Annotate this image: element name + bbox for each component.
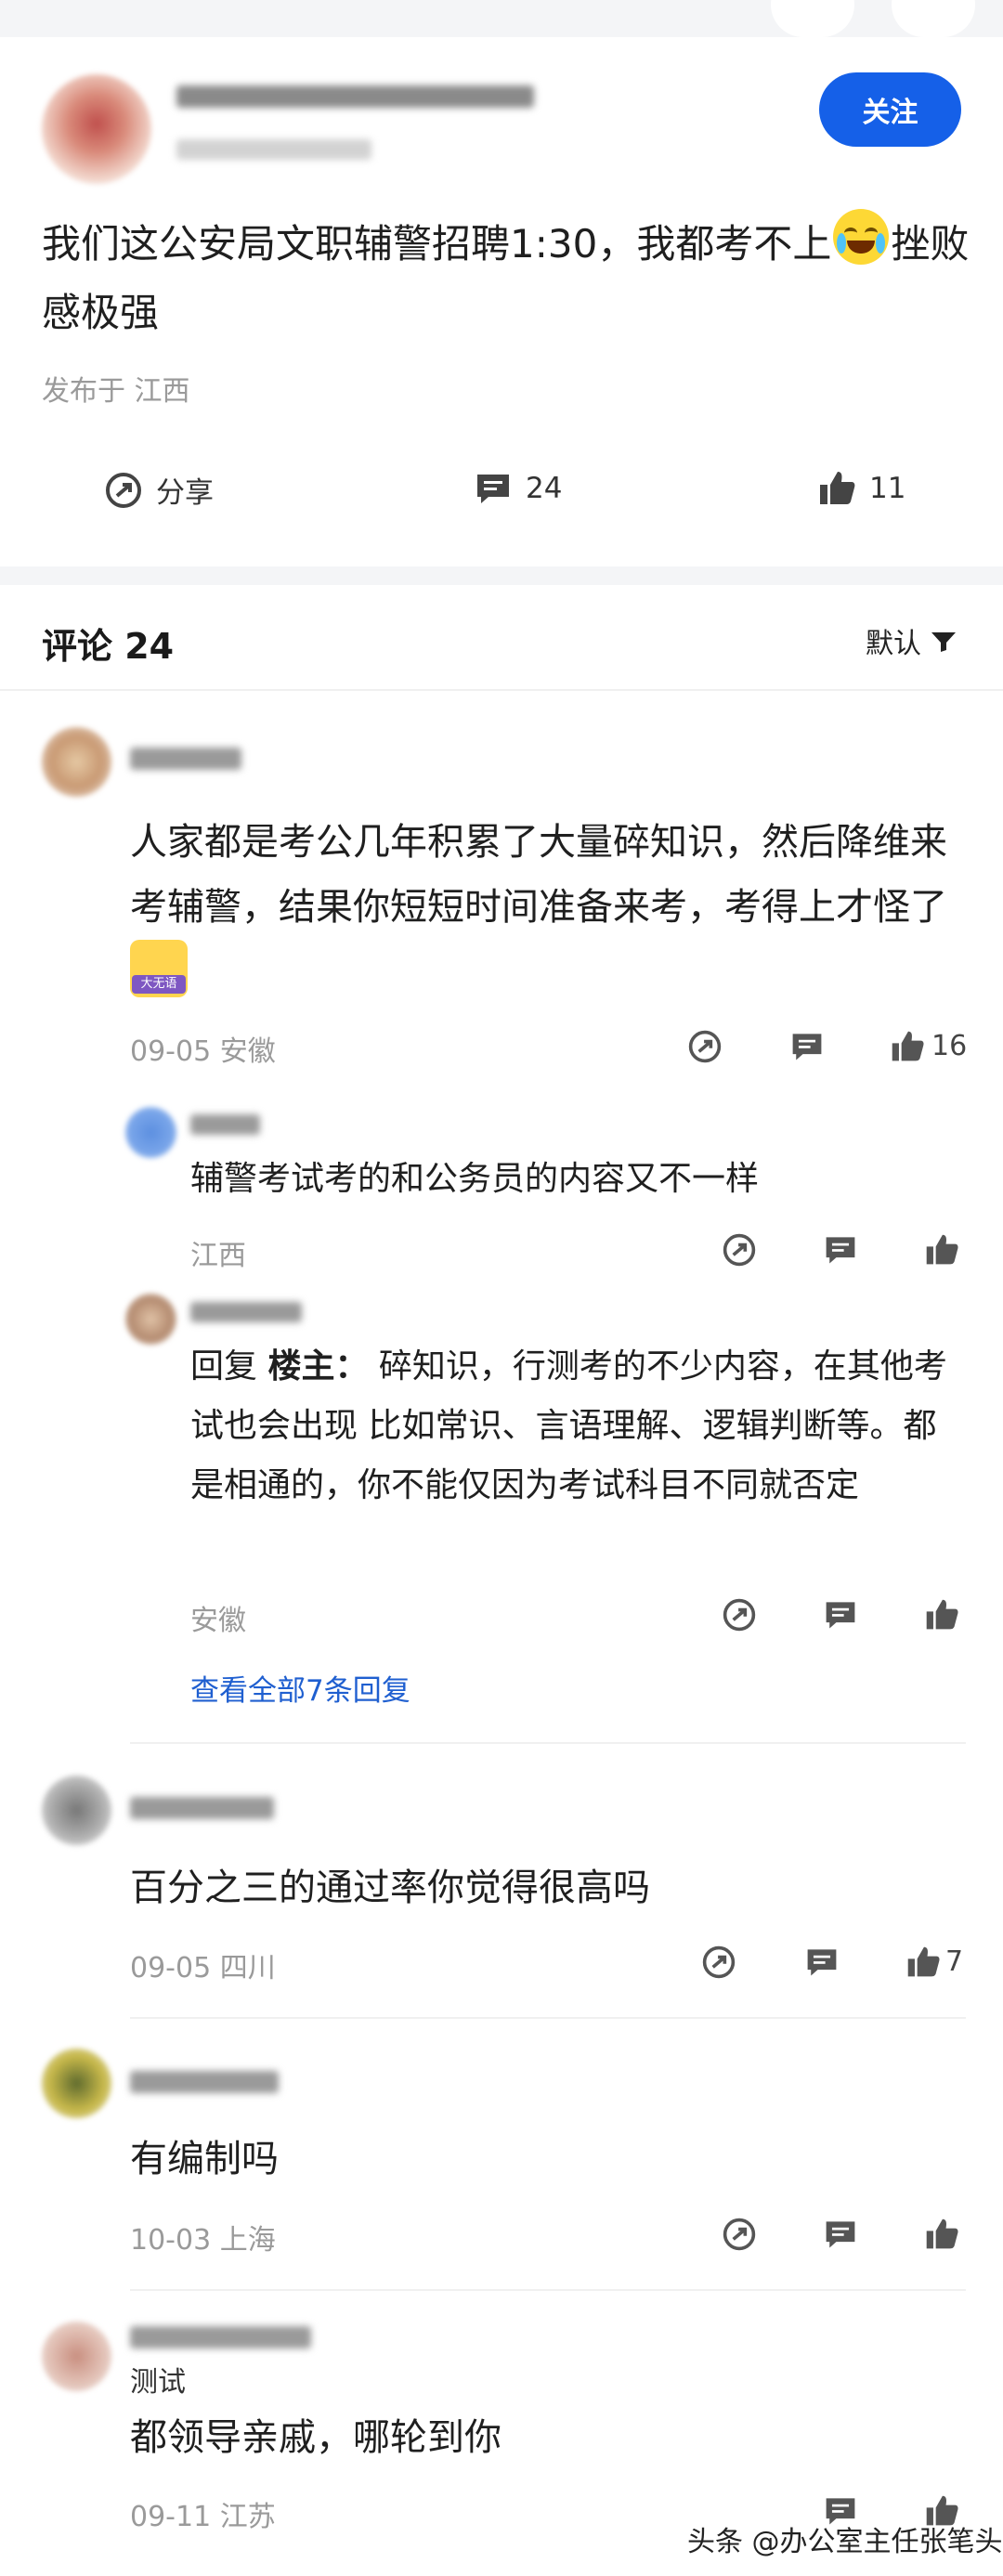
commenter-avatar[interactable] [42,2049,111,2118]
reply-avatar[interactable] [125,1294,176,1345]
reply-text: 辅警考试考的和公务员的内容又不一样 [190,1160,760,1198]
comment-text: 有编制吗 [130,2138,279,2180]
comment-divider [130,2289,966,2291]
share-icon[interactable] [701,1945,736,1980]
reply-author-name[interactable] [190,1302,302,1322]
comment-count: 24 [526,472,563,505]
comment-meta: 09-05 安徽 [130,1035,276,1068]
reply-target[interactable]: 楼主： [267,1347,368,1386]
comment-meta: 09-05 四川 [130,1952,276,1984]
thumbs-up-icon [820,472,855,504]
toolbar-button-right[interactable] [892,0,975,37]
commenter-avatar[interactable] [42,727,111,797]
post-text-main: 我们这公安局文职辅警招聘1:30，我都考不上 [42,221,832,267]
sort-label: 默认 [866,628,921,660]
reply-avatar[interactable] [125,1107,176,1158]
commenter-name[interactable] [130,748,241,770]
section-gap [0,566,1003,585]
comment-button[interactable]: 24 [474,469,562,508]
commenter-name[interactable] [130,1797,274,1819]
comment-icon[interactable] [823,1232,858,1268]
reply-text: 回复 楼主： 碎知识，行测考的不少内容，在其他考试也会出现 比如常识、言语理解、… [190,1337,961,1516]
commenter-avatar[interactable] [42,1776,111,1845]
post-text: 我们这公安局文职辅警招聘1:30，我都考不上 挫败感极强 [42,209,970,347]
thumbs-up-icon[interactable] [924,1597,959,1633]
thumbs-up-icon[interactable] [890,1029,925,1064]
like-count: 11 [869,472,906,505]
like-button[interactable]: 11 [817,469,905,508]
filter-icon [931,632,956,652]
comment-icon [477,475,509,503]
comment-text: 人家都是考公几年积累了大量碎知识，然后降维来考辅警，结果你短短时间准备来考，考得… [130,810,970,1007]
commenter-name[interactable] [130,2071,279,2093]
share-icon[interactable] [722,1597,757,1633]
speechless-sticker-icon: 大无语 [130,940,188,997]
header-divider [0,689,1003,691]
comment-divider [130,1742,966,1744]
share-button[interactable]: 分享 [104,469,214,511]
sticker-label: 大无语 [132,975,186,994]
reply-prefix: 回复 [190,1347,268,1386]
comment-icon[interactable] [789,1029,825,1064]
post-location: 发布于 江西 [42,375,190,408]
comment-text: 都领导亲戚，哪轮到你 [130,2416,502,2459]
user-tag: 测试 [130,2366,186,2399]
post-time [176,139,371,160]
comment-text: 百分之三的通过率你觉得很高吗 [130,1867,650,1909]
share-icon [106,472,141,508]
commenter-avatar[interactable] [42,2322,111,2391]
reply-author-name[interactable] [190,1114,260,1135]
toolbar-button-left[interactable] [771,0,854,37]
comment-like-count: 7 [945,1945,964,1978]
comment-text-body: 人家都是考公几年积累了大量碎知识，然后降维来考辅警，结果你短短时间准备来考，考得… [130,821,947,929]
author-avatar[interactable] [42,74,151,184]
reply-meta: 安徽 [190,1605,246,1637]
view-all-replies-link[interactable]: 查看全部7条回复 [190,1667,410,1709]
tears-of-joy-icon [833,209,890,265]
comment-icon[interactable] [804,1945,840,1980]
comment-icon[interactable] [823,1597,858,1633]
top-strip [0,0,1003,37]
watermark: 头条 @办公室主任张笔头 [687,2526,1003,2558]
commenter-name[interactable] [130,2326,311,2348]
thumbs-up-icon[interactable] [924,1232,959,1268]
comment-like-count: 16 [931,1030,968,1062]
reply-meta: 江西 [190,1240,246,1272]
share-icon[interactable] [722,2217,757,2252]
thumbs-up-icon[interactable] [905,1945,941,1980]
comment-meta: 10-03 上海 [130,2224,276,2257]
thumbs-up-icon[interactable] [924,2217,959,2252]
comment-icon[interactable] [823,2217,858,2252]
share-icon[interactable] [687,1029,723,1064]
sort-button[interactable]: 默认 [866,620,958,661]
share-label: 分享 [156,476,214,510]
comments-title: 评论 24 [42,626,175,667]
comment-divider [130,2017,966,2019]
follow-button[interactable]: 关注 [819,72,961,147]
comment-meta: 09-11 江苏 [130,2501,276,2533]
share-icon[interactable] [722,1232,757,1268]
author-name[interactable] [176,85,534,108]
